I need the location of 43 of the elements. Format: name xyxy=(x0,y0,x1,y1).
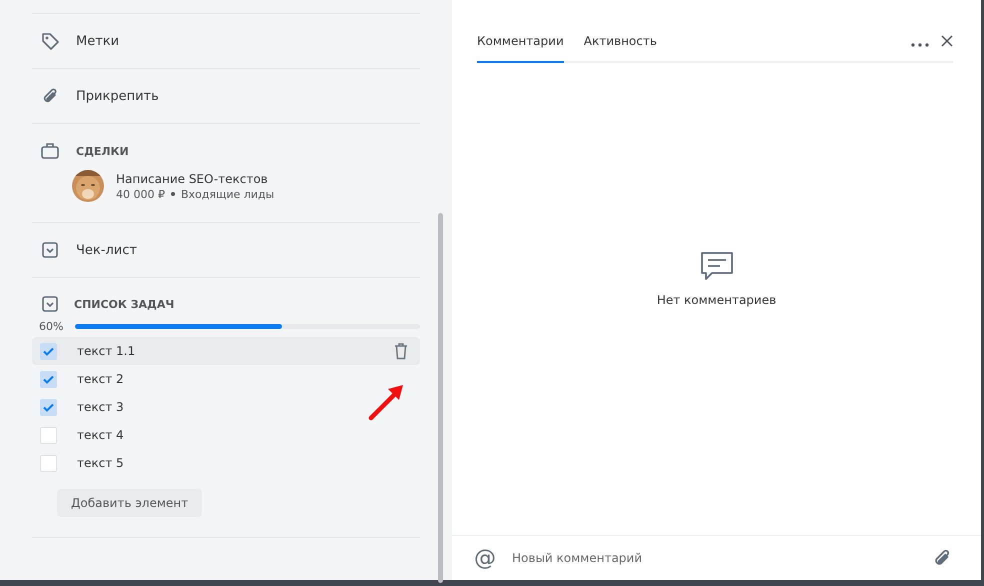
task-text: текст 4 xyxy=(77,428,125,442)
task-text: текст 1.1 xyxy=(77,344,136,358)
task-text: текст 3 xyxy=(77,400,125,414)
checkbox[interactable] xyxy=(40,342,57,360)
sidebar-link[interactable]: Чек-лист xyxy=(76,242,137,258)
mention-button[interactable]: @ xyxy=(474,546,496,570)
add-item-button[interactable]: Добавить элемент xyxy=(57,489,202,517)
annotation-arrow xyxy=(366,383,406,423)
checkmark-icon xyxy=(43,374,54,384)
task-text: текст 2 xyxy=(77,372,125,386)
comment-field[interactable]: Новый комментарий xyxy=(510,550,917,566)
section-title: СДЕЛКИ xyxy=(76,144,129,158)
more-icon[interactable] xyxy=(911,43,929,47)
comment-icon xyxy=(700,251,734,281)
briefcase-icon xyxy=(40,141,60,161)
checkmark-icon xyxy=(43,346,54,356)
checkbox[interactable] xyxy=(40,370,57,388)
task-item[interactable]: текст 2 xyxy=(32,365,420,393)
chevron-box-icon[interactable] xyxy=(40,294,60,314)
checkbox[interactable] xyxy=(40,426,57,444)
task-item[interactable]: текст 4 xyxy=(32,421,420,449)
task-text: текст 5 xyxy=(77,456,125,470)
section-title: СПИСОК ЗАДАЧ xyxy=(74,298,174,310)
separator-dot xyxy=(170,192,175,196)
task-item[interactable]: текст 5 xyxy=(32,449,420,477)
deal-stage: Входящие лиды xyxy=(180,188,274,200)
trash-icon[interactable] xyxy=(394,342,408,360)
sidebar-link[interactable]: Метки xyxy=(76,34,120,48)
tag-icon xyxy=(40,31,60,51)
tab[interactable]: Комментарии xyxy=(477,34,564,63)
sidebar-link[interactable]: Прикрепить xyxy=(76,88,159,104)
task-item[interactable]: текст 3 xyxy=(32,393,420,421)
progress-percent: 60% xyxy=(39,320,64,333)
checkbox[interactable] xyxy=(40,454,57,472)
deal-amount: 40 000 ₽ xyxy=(116,188,165,200)
tab[interactable]: Активность xyxy=(584,34,657,63)
chevron-box-icon xyxy=(40,240,60,260)
empty-message: Нет комментариев xyxy=(656,293,776,307)
checkmark-icon xyxy=(43,402,54,412)
task-item[interactable]: текст 1.1 xyxy=(32,337,420,365)
deal-title[interactable]: Написание SEO-текстов xyxy=(116,172,274,186)
close-icon[interactable] xyxy=(941,35,953,47)
checkbox[interactable] xyxy=(40,398,57,416)
